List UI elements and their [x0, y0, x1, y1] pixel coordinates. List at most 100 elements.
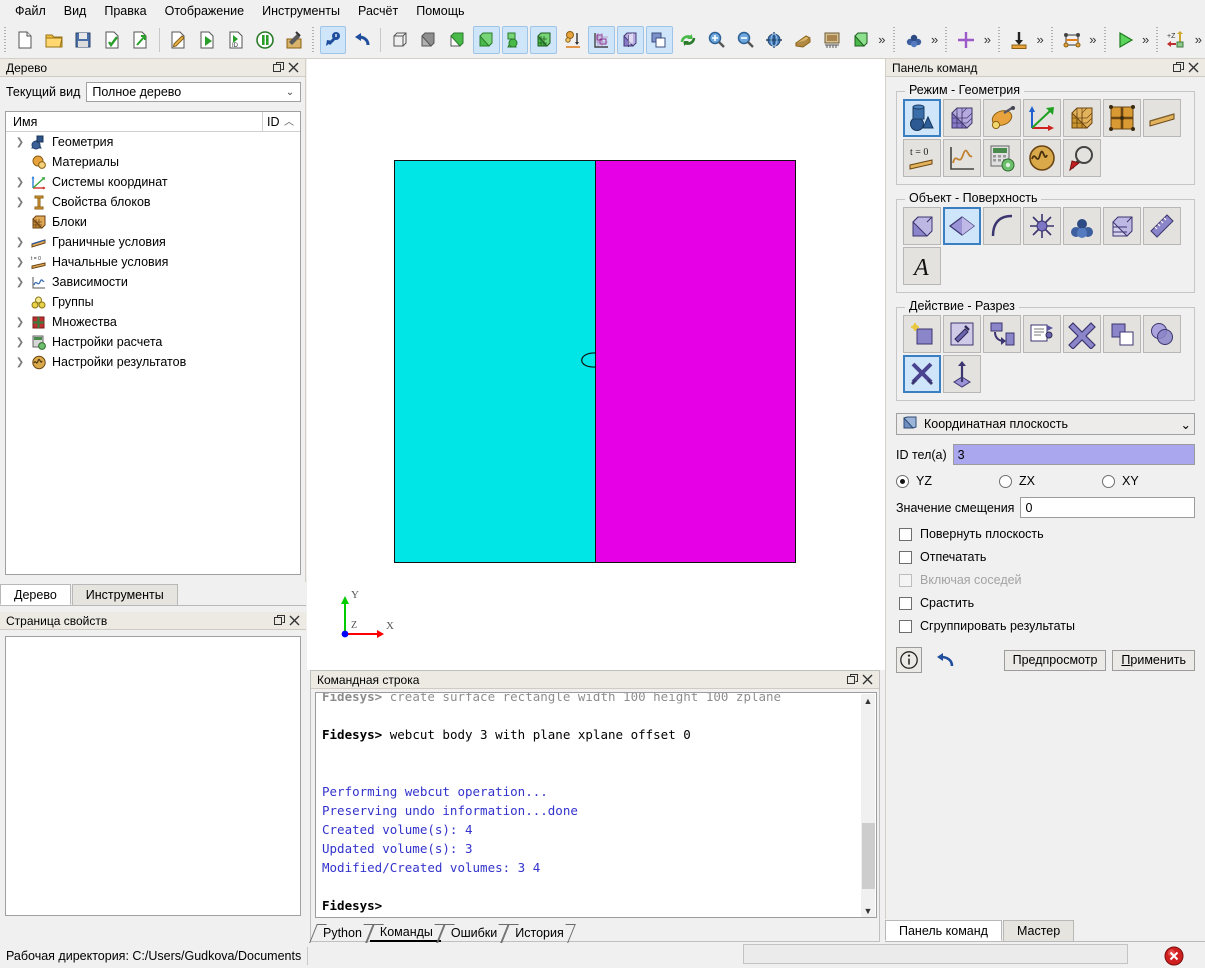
mode-result-settings-button[interactable]	[1023, 139, 1061, 177]
fit-view-icon[interactable]	[761, 26, 788, 54]
menu-item-display[interactable]: Отображение	[156, 2, 253, 20]
float-icon[interactable]	[272, 614, 287, 628]
console-output[interactable]: Fidesys> create surface rectangle width …	[315, 692, 877, 918]
reset-icon[interactable]	[930, 647, 960, 673]
edit-journal-icon[interactable]	[165, 26, 192, 54]
mode-initial-button[interactable]: t = 0	[903, 139, 941, 177]
tree-item-dependencies[interactable]: ❯ Зависимости	[6, 272, 300, 292]
menu-item-help[interactable]: Помощь	[407, 2, 473, 20]
export-icon[interactable]	[127, 26, 154, 54]
tree-item-initial-conditions[interactable]: ❯ t = 0 Начальные условия	[6, 252, 300, 272]
close-icon[interactable]	[860, 673, 875, 687]
object-volume-button[interactable]	[903, 207, 941, 245]
chevron-right-icon[interactable]: ❯	[12, 257, 28, 268]
toolbar-grip-4[interactable]	[943, 26, 950, 53]
info-icon[interactable]	[896, 647, 922, 673]
plane-type-combo[interactable]: Координатная плоскость ⌄	[896, 413, 1195, 435]
action-copy-button[interactable]	[1103, 315, 1141, 353]
tree-item-materials[interactable]: ❯ Материалы	[6, 152, 300, 172]
toolbar-grip-6[interactable]	[1048, 26, 1056, 53]
tab-wizard[interactable]: Мастер	[1002, 920, 1075, 941]
object-curve-button[interactable]	[983, 207, 1021, 245]
action-properties-button[interactable]	[1023, 315, 1061, 353]
action-boolean-button[interactable]	[1143, 315, 1181, 353]
mode-calc-settings-button[interactable]	[983, 139, 1021, 177]
tree-item-sets[interactable]: ❯ Множества	[6, 312, 300, 332]
build-hammer-icon[interactable]	[280, 26, 307, 54]
load-arrow-icon[interactable]	[1006, 26, 1033, 54]
body-left-cyan[interactable]	[394, 160, 596, 563]
radio-zx[interactable]: ZX	[999, 474, 1102, 488]
chevron-right-icon[interactable]: ❯	[12, 337, 28, 348]
action-webcut-button[interactable]	[903, 355, 941, 393]
tree-item-boundary-conditions[interactable]: ❯ Граничные условия	[6, 232, 300, 252]
import-icon[interactable]	[98, 26, 125, 54]
toolbar-grip[interactable]	[2, 26, 9, 53]
checkbox-imprint[interactable]: Отпечатать	[899, 550, 1195, 564]
tab-tools[interactable]: Инструменты	[71, 584, 178, 605]
tab-tree[interactable]: Дерево	[0, 584, 71, 605]
tab-history[interactable]: История	[505, 924, 571, 942]
action-sweep-button[interactable]	[943, 355, 981, 393]
object-group-button[interactable]	[1063, 207, 1101, 245]
checkbox-rotate-plane[interactable]: Повернуть плоскость	[899, 527, 1195, 541]
reset-view-icon[interactable]	[319, 25, 347, 54]
tree-item-result-settings[interactable]: ❯ Настройки результатов	[6, 352, 300, 372]
tab-python[interactable]: Python	[313, 924, 370, 942]
stop-icon[interactable]	[1164, 946, 1184, 966]
toolbar-grip-5[interactable]	[996, 26, 1003, 53]
radio-yz[interactable]: YZ	[896, 474, 999, 488]
toolbar-grip-3[interactable]	[890, 26, 898, 53]
toolbar-grip-8[interactable]	[1154, 26, 1161, 53]
tab-commands[interactable]: Команды	[369, 924, 441, 942]
mode-blocks-button[interactable]	[1063, 99, 1101, 137]
checkbox-group-results[interactable]: Сгруппировать результаты	[899, 619, 1195, 633]
tree-item-blocks[interactable]: ❯ Блоки	[6, 212, 300, 232]
toolbar-overflow-6[interactable]: »	[1139, 32, 1152, 47]
preview-button[interactable]: Предпросмотр	[1003, 649, 1107, 671]
save-icon[interactable]	[69, 26, 96, 54]
toolbar-grip-2[interactable]	[309, 26, 317, 53]
tree-view-combo[interactable]: Полное дерево ⌄	[86, 82, 301, 102]
shaded-gray-icon[interactable]	[415, 26, 442, 54]
mode-dependency-button[interactable]	[943, 139, 981, 177]
tree-column-name[interactable]: Имя	[6, 115, 262, 129]
mode-inspect-button[interactable]	[1063, 139, 1101, 177]
body-right-magenta[interactable]	[595, 160, 796, 563]
toolbar-overflow-2[interactable]: »	[928, 32, 941, 47]
copy-layers-icon[interactable]	[645, 25, 673, 54]
mode-mesh-button[interactable]	[943, 99, 981, 137]
run-play-icon[interactable]	[1111, 26, 1138, 54]
drop-measure-icon[interactable]	[559, 26, 586, 54]
float-icon[interactable]	[271, 61, 286, 75]
action-move-button[interactable]	[983, 315, 1021, 353]
menu-item-edit[interactable]: Правка	[95, 2, 155, 20]
menu-item-tools[interactable]: Инструменты	[253, 2, 349, 20]
tree-item-calc-settings[interactable]: ❯ Настройки расчета	[6, 332, 300, 352]
chevron-right-icon[interactable]: ❯	[12, 317, 28, 328]
close-icon[interactable]	[1186, 61, 1201, 75]
float-icon[interactable]	[845, 673, 860, 687]
chevron-right-icon[interactable]: ❯	[12, 177, 28, 188]
3d-viewport[interactable]: Z X Y	[307, 59, 885, 670]
tree-item-groups[interactable]: ❯ Группы	[6, 292, 300, 312]
solid-green-icon[interactable]	[472, 25, 500, 54]
chevron-right-icon[interactable]: ❯	[12, 357, 28, 368]
object-surface-button[interactable]	[943, 207, 981, 245]
chevron-right-icon[interactable]: ❯	[12, 137, 28, 148]
green-cube-icon[interactable]	[847, 26, 874, 54]
z-axis-icon[interactable]: +Z	[1164, 26, 1191, 54]
refresh-icon[interactable]	[675, 26, 702, 54]
toolbar-overflow-3[interactable]: »	[981, 32, 994, 47]
action-create-button[interactable]	[903, 315, 941, 353]
node-cross-icon[interactable]	[953, 26, 980, 54]
constraint-icon[interactable]	[1058, 26, 1085, 54]
scroll-up-icon[interactable]: ▲	[861, 694, 875, 708]
scroll-down-icon[interactable]: ▼	[861, 904, 875, 917]
mode-materials-button[interactable]	[983, 99, 1021, 137]
undo-view-icon[interactable]	[348, 26, 375, 54]
chevron-right-icon[interactable]: ❯	[12, 237, 28, 248]
mode-boundary-button[interactable]	[1143, 99, 1181, 137]
menu-item-view[interactable]: Вид	[55, 2, 96, 20]
object-text-button[interactable]: A	[903, 247, 941, 285]
